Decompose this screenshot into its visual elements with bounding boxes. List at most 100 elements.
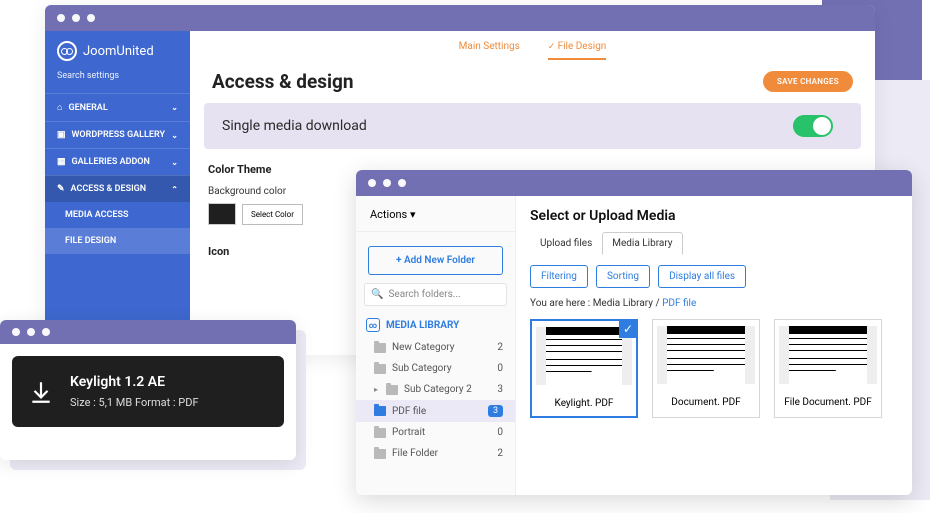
brand-logo: JoomUnited	[45, 31, 190, 67]
window-dot	[12, 328, 20, 336]
top-tabs: Main Settings File Design	[190, 31, 875, 60]
window-dot	[383, 179, 391, 187]
media-content: Select or Upload Media Upload files Medi…	[516, 196, 912, 495]
folder-label: PDF file	[392, 406, 426, 417]
select-color-button[interactable]: Select Color	[242, 204, 303, 225]
folder-count: 3	[497, 384, 503, 395]
brand-name: JoomUnited	[83, 44, 154, 59]
folder-label: Sub Category 2	[404, 384, 472, 395]
folder-item[interactable]: New Category 2	[356, 337, 515, 358]
search-settings-input[interactable]: Search settings	[45, 67, 190, 93]
window-dot	[57, 14, 65, 22]
sidebar-item-general[interactable]: ⌂GENERAL ⌄	[45, 93, 190, 121]
display-all-button[interactable]: Display all files	[658, 265, 746, 288]
window-dot	[42, 328, 50, 336]
file-item[interactable]: Document. PDF	[652, 319, 760, 418]
library-icon: ∞	[366, 318, 380, 332]
window-titlebar	[0, 320, 296, 344]
breadcrumb-current[interactable]: PDF file	[662, 298, 696, 309]
addon-icon: ▦	[57, 157, 66, 167]
breadcrumb: You are here : Media Library / PDF file	[530, 298, 898, 309]
setting-single-media-download: Single media download	[204, 103, 861, 149]
sidebar-sub-media-access[interactable]: MEDIA ACCESS	[45, 202, 190, 228]
download-meta: Size : 5,1 MB Format : PDF	[70, 396, 199, 409]
chevron-down-icon: ⌄	[171, 103, 178, 112]
window-dot	[398, 179, 406, 187]
folder-count: 3	[488, 405, 503, 417]
file-thumb	[775, 320, 881, 390]
chevron-down-icon: ⌄	[171, 158, 178, 167]
file-name: Keylight. PDF	[532, 391, 636, 416]
tab-file-design[interactable]: File Design	[548, 41, 607, 60]
folder-icon	[374, 343, 386, 353]
file-name: File Document. PDF	[775, 390, 881, 415]
save-changes-button[interactable]: SAVE CHANGES	[763, 71, 853, 92]
download-icon	[26, 377, 56, 407]
window-dot	[72, 14, 80, 22]
search-folders-input[interactable]: 🔍 Search folders...	[364, 283, 507, 306]
folder-label: New Category	[392, 342, 454, 353]
folder-count: 0	[497, 363, 503, 374]
file-item[interactable]: File Document. PDF	[774, 319, 882, 418]
media-heading: Select or Upload Media	[530, 208, 898, 224]
sidebar-sub-file-design[interactable]: FILE DESIGN	[45, 228, 190, 254]
folder-label: Sub Category	[392, 363, 452, 374]
window-titlebar	[45, 5, 875, 31]
gallery-icon: ▣	[57, 130, 66, 140]
design-icon: ✎	[57, 184, 65, 194]
sidebar-item-galleries-addon[interactable]: ▦GALLERIES ADDON ⌄	[45, 148, 190, 175]
file-item[interactable]: ✓ Keylight. PDF	[530, 319, 638, 418]
window-dot	[368, 179, 376, 187]
folder-item[interactable]: PDF file 3	[356, 400, 515, 422]
caret-icon: ▸	[374, 385, 378, 394]
chevron-up-icon: ⌃	[171, 185, 178, 194]
tab-media-library[interactable]: Media Library	[602, 232, 682, 255]
folder-count: 2	[497, 448, 503, 459]
sidebar: JoomUnited Search settings ⌂GENERAL ⌄ ▣W…	[45, 31, 190, 355]
folder-icon	[374, 364, 386, 374]
file-grid: ✓ Keylight. PDF Document. PDF File Document…	[530, 319, 898, 418]
tab-main-settings[interactable]: Main Settings	[459, 41, 520, 60]
toggle-switch[interactable]	[793, 115, 833, 137]
folder-icon	[374, 406, 386, 416]
folder-label: File Folder	[392, 448, 438, 459]
search-icon: 🔍	[371, 289, 383, 300]
page-title: Access & design	[212, 70, 354, 93]
setting-label: Single media download	[222, 118, 367, 134]
file-thumb	[653, 320, 759, 390]
sidebar-item-access-design[interactable]: ✎ACCESS & DESIGN ⌃	[45, 175, 190, 202]
media-library-header[interactable]: ∞ MEDIA LIBRARY	[356, 312, 515, 337]
folder-item[interactable]: Portrait 0	[356, 422, 515, 443]
download-title: Keylight 1.2 AE	[70, 374, 199, 390]
window-dot	[27, 328, 35, 336]
folder-count: 2	[497, 342, 503, 353]
folder-item[interactable]: File Folder 2	[356, 443, 515, 464]
download-card: Keylight 1.2 AE Size : 5,1 MB Format : P…	[0, 320, 296, 460]
file-name: Document. PDF	[653, 390, 759, 415]
caret-down-icon: ▾	[410, 208, 416, 221]
folder-icon	[386, 385, 398, 395]
tab-upload-files[interactable]: Upload files	[530, 232, 602, 255]
folder-item[interactable]: Sub Category 0	[356, 358, 515, 379]
folder-icon	[374, 449, 386, 459]
sorting-button[interactable]: Sorting	[596, 265, 650, 288]
folder-item[interactable]: ▸ Sub Category 2 3	[356, 379, 515, 400]
home-icon: ⌂	[57, 102, 62, 113]
folder-tree: New Category 2 Sub Category 0 ▸ Sub Category …	[356, 337, 515, 464]
download-button[interactable]: Keylight 1.2 AE Size : 5,1 MB Format : P…	[12, 356, 284, 427]
media-sidebar: Actions ▾ Add New Folder 🔍 Search folder…	[356, 196, 516, 495]
media-library-window: Actions ▾ Add New Folder 🔍 Search folder…	[356, 170, 912, 495]
add-new-folder-button[interactable]: Add New Folder	[368, 246, 503, 275]
check-icon: ✓	[619, 320, 637, 338]
sidebar-item-wp-gallery[interactable]: ▣WORDPRESS GALLERY ⌄	[45, 121, 190, 148]
chevron-down-icon: ⌄	[171, 131, 178, 140]
window-dot	[87, 14, 95, 22]
logo-icon	[57, 41, 77, 61]
color-swatch[interactable]	[208, 203, 236, 225]
folder-label: Portrait	[392, 427, 425, 438]
window-titlebar	[356, 170, 912, 196]
filtering-button[interactable]: Filtering	[530, 265, 588, 288]
folder-icon	[374, 428, 386, 438]
actions-dropdown[interactable]: Actions ▾	[356, 196, 515, 232]
folder-count: 0	[497, 427, 503, 438]
